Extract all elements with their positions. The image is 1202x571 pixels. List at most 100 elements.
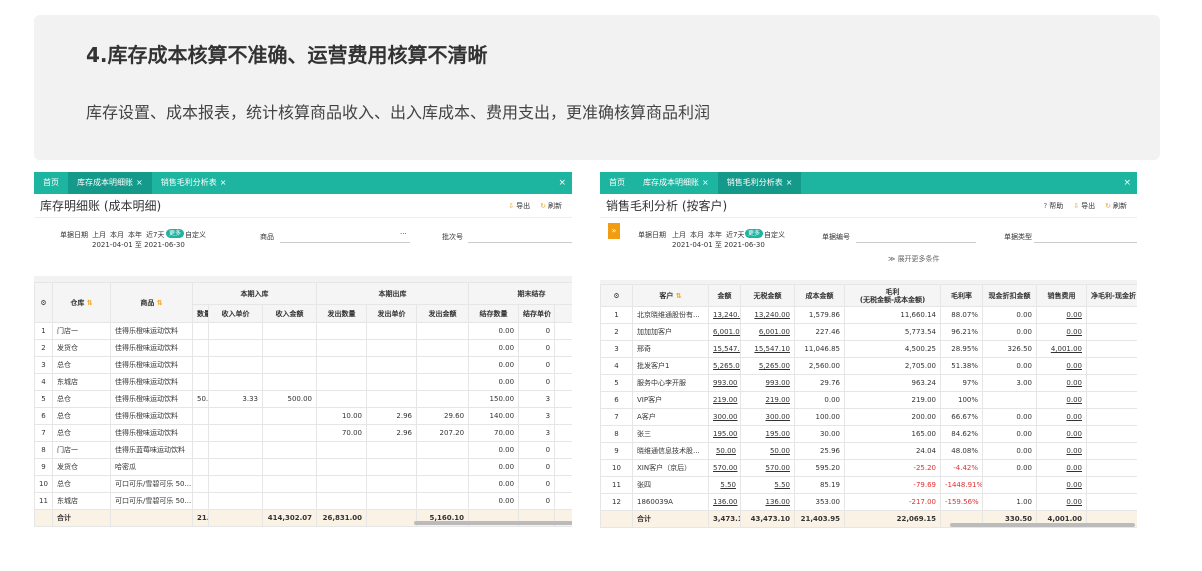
tab-sales-margin[interactable]: 销售毛利分析表 × <box>152 172 236 194</box>
table-cell[interactable]: 0.00 <box>1036 459 1087 477</box>
table-cell[interactable]: 219.00 <box>708 391 741 409</box>
horizontal-scrollbar[interactable] <box>414 521 572 525</box>
table-cell[interactable]: 0.00 <box>1036 408 1087 426</box>
table-cell[interactable]: 6,001.00 <box>708 323 741 341</box>
table-cell[interactable]: 50.00 <box>740 442 795 460</box>
table-cell[interactable]: 993.00 <box>740 374 795 392</box>
quick-more[interactable]: 更多 <box>745 229 764 238</box>
table-cell[interactable]: 0.00 <box>1036 493 1087 511</box>
table-cell[interactable]: 0.00 <box>1036 391 1087 409</box>
table-cell[interactable]: 13,240.00 <box>740 306 795 324</box>
close-icon[interactable]: × <box>702 178 709 187</box>
batch-input[interactable] <box>468 242 572 243</box>
table-row[interactable]: 1 门店一 佳得乐橙味运动饮料 0.00 0 <box>34 322 572 340</box>
table-row[interactable]: 2加加加客户6,001.006,001.00227.465,773.5496.2… <box>600 323 1137 341</box>
table-cell[interactable]: 13,240.00 <box>708 306 741 324</box>
col-warehouse[interactable]: 仓库 ⇅ <box>52 282 111 323</box>
collapse-filter-icon[interactable]: » <box>608 223 620 239</box>
tab-sales-margin[interactable]: 销售毛利分析表 × <box>717 172 802 194</box>
table-cell[interactable]: 300.00 <box>708 408 741 426</box>
table-row[interactable]: 3 总仓 佳得乐橙味运动饮料 0.00 0 <box>34 356 572 374</box>
close-icon[interactable]: × <box>786 178 793 187</box>
table-row[interactable]: 8 张三 195.00 195.00 30.00 165.00 84.62% 0.00 0.00 <box>600 425 1137 443</box>
doc-no-input[interactable] <box>856 242 976 243</box>
table-row[interactable]: 6 总仓 佳得乐橙味运动饮料 10.00 2.96 29.60 140.00 3 <box>34 407 572 425</box>
table-row[interactable]: 12 1860039A 136.00 136.00 353.00 -217.00 -159.… <box>600 493 1137 511</box>
product-picker-icon[interactable]: ··· <box>400 230 407 238</box>
table-cell[interactable]: 195.00 <box>708 425 741 443</box>
table-cell[interactable]: 0.00 <box>1036 357 1087 375</box>
table-cell[interactable]: 4,001.00 <box>1036 340 1087 358</box>
table-cell[interactable]: 300.00 <box>740 408 795 426</box>
export-button[interactable]: ⇩ 导出 <box>1073 201 1095 211</box>
col-gross-profit[interactable]: 毛利 (无税金额-成本金额) <box>844 284 941 307</box>
table-cell[interactable]: 15,547.10 <box>740 340 795 358</box>
table-cell[interactable]: 0.00 <box>1036 425 1087 443</box>
table-row[interactable]: 8 门店一 佳得乐蓝莓味运动饮料 0.00 0 <box>34 441 572 459</box>
quick-last-7-days[interactable]: 近7天 <box>726 230 744 240</box>
table-row[interactable]: 11 张四 5.50 5.50 85.19 -79.69 -1448.91% 0.00 <box>600 476 1137 494</box>
table-cell[interactable]: 15,547.10 <box>708 340 741 358</box>
sort-icon[interactable]: ⇅ <box>87 299 93 307</box>
close-icon[interactable]: × <box>136 178 143 187</box>
table-row[interactable]: 7 总仓 佳得乐橙味运动饮料 70.00 2.96 207.20 70.00 3 <box>34 424 572 442</box>
table-cell[interactable]: 993.00 <box>708 374 741 392</box>
expand-more-conditions[interactable]: ≫ 展开更多条件 <box>888 254 940 264</box>
sort-icon[interactable]: ⇅ <box>676 292 682 300</box>
table-cell[interactable]: 5,265.00 <box>740 357 795 375</box>
close-all-icon[interactable]: × <box>1123 172 1131 194</box>
table-cell[interactable]: 0.00 <box>1036 306 1087 324</box>
col-product[interactable]: 商品 ⇅ <box>110 282 193 323</box>
quick-custom[interactable]: 自定义 <box>764 230 785 240</box>
table-cell[interactable]: 5.50 <box>740 476 795 494</box>
quick-last-month[interactable]: 上月 <box>92 230 106 240</box>
table-row[interactable]: 11 东城店 可口可乐/雪碧可乐 50... 0.00 0 <box>34 492 572 510</box>
tab-inventory-ledger[interactable]: 库存成本明细账 × <box>68 172 152 194</box>
table-cell[interactable]: 136.00 <box>708 493 741 511</box>
table-cell[interactable]: 0.00 <box>1036 476 1087 494</box>
quick-this-year[interactable]: 本年 <box>128 230 142 240</box>
table-cell[interactable]: 219.00 <box>740 391 795 409</box>
settings-icon[interactable]: ⚙ <box>600 284 633 307</box>
table-row[interactable]: 4 东城店 佳得乐橙味运动饮料 0.00 0 <box>34 373 572 391</box>
quick-this-month[interactable]: 本月 <box>690 230 704 240</box>
export-button[interactable]: ⇩ 导出 <box>508 201 530 211</box>
tab-inventory-ledger[interactable]: 库存成本明细账 × <box>634 172 718 194</box>
date-range-value[interactable]: 2021-04-01 至 2021-06-30 <box>92 240 185 250</box>
settings-icon[interactable]: ⚙ <box>34 282 53 323</box>
refresh-button[interactable]: ↻ 刷新 <box>540 201 562 211</box>
table-cell[interactable]: 136.00 <box>740 493 795 511</box>
table-cell[interactable]: 570.00 <box>740 459 795 477</box>
table-cell[interactable]: 195.00 <box>740 425 795 443</box>
table-row[interactable]: 1北京晓维通股份有...13,240.0013,240.001,579.8611… <box>600 306 1137 324</box>
close-icon[interactable]: × <box>220 178 227 187</box>
date-range-value[interactable]: 2021-04-01 至 2021-06-30 <box>672 240 765 250</box>
quick-this-month[interactable]: 本月 <box>110 230 124 240</box>
table-cell[interactable]: 0.00 <box>1036 442 1087 460</box>
quick-last-7-days[interactable]: 近7天 <box>146 230 164 240</box>
quick-last-month[interactable]: 上月 <box>672 230 686 240</box>
table-cell[interactable]: 570.00 <box>708 459 741 477</box>
help-button[interactable]: ? 帮助 <box>1044 201 1064 211</box>
table-row[interactable]: 7 A客户 300.00 300.00 100.00 200.00 66.67% 0.00 0.… <box>600 408 1137 426</box>
table-row[interactable]: 9 晓维通信息技术股... 50.00 50.00 25.96 24.04 48.08% 0.… <box>600 442 1137 460</box>
quick-more[interactable]: 更多 <box>166 229 185 238</box>
col-customer[interactable]: 客户 ⇅ <box>632 284 709 307</box>
doc-type-input[interactable] <box>1034 242 1137 243</box>
table-row[interactable]: 5总仓佳得乐橙味运动饮料50.003.33500.00 150.003 <box>34 390 572 408</box>
table-row[interactable]: 10 总仓 可口可乐/雪碧可乐 50... 0.00 0 <box>34 475 572 493</box>
table-cell[interactable]: 5.50 <box>708 476 741 494</box>
table-row[interactable]: 3邢奇15,547.1015,547.1011,046.854,500.2528… <box>600 340 1137 358</box>
close-all-icon[interactable]: × <box>558 172 566 194</box>
table-row[interactable]: 5 服务中心李开服 993.00 993.00 29.76 963.24 97% 3.00 0.… <box>600 374 1137 392</box>
table-row[interactable]: 6 VIP客户 219.00 219.00 0.00 219.00 100% 0.00 <box>600 391 1137 409</box>
table-cell[interactable]: 5,265.00 <box>708 357 741 375</box>
quick-custom[interactable]: 自定义 <box>185 230 206 240</box>
product-input[interactable] <box>280 242 410 243</box>
table-cell[interactable]: 0.00 <box>1036 374 1087 392</box>
table-row[interactable]: 9 发货仓 哈密瓜 0.00 0 <box>34 458 572 476</box>
table-row[interactable]: 2 发货仓 佳得乐橙味运动饮料 0.00 0 <box>34 339 572 357</box>
refresh-button[interactable]: ↻ 刷新 <box>1105 201 1127 211</box>
table-row[interactable]: 10 XIN客户（京后） 570.00 570.00 595.20 -25.20 -4.42… <box>600 459 1137 477</box>
table-cell[interactable]: 6,001.00 <box>740 323 795 341</box>
